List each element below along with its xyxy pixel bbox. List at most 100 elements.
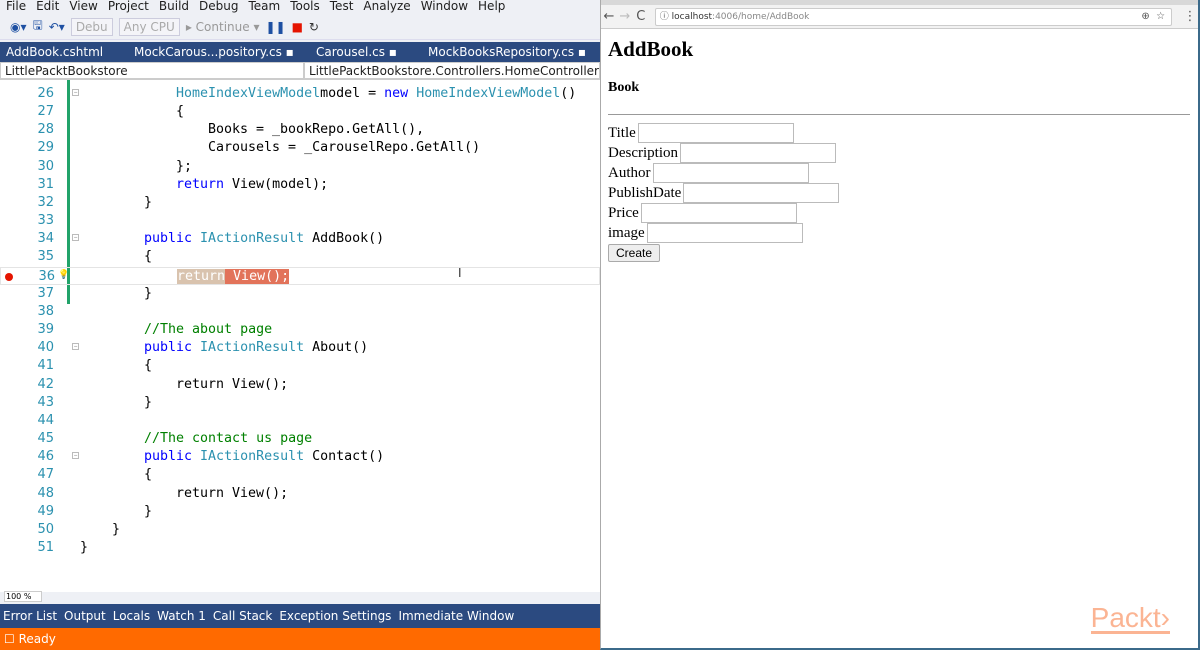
code-line: 36 💡 return View(); bbox=[0, 266, 600, 285]
code-text: } bbox=[144, 503, 152, 521]
browser-window: ← → C ⓘ localhost:4006/home/AddBook ⊕ ☆ … bbox=[600, 0, 1200, 650]
collapse-icon[interactable]: − bbox=[72, 452, 79, 460]
code-text: return View(model); bbox=[176, 176, 328, 194]
tab-addbook[interactable]: AddBook.cshtml bbox=[0, 45, 128, 59]
tab-exception-settings[interactable]: Exception Settings bbox=[279, 609, 391, 623]
code-line: 45 //The contact us page bbox=[0, 430, 600, 448]
publishdate-input[interactable] bbox=[683, 183, 840, 203]
restart-icon[interactable]: ↻ bbox=[309, 20, 319, 34]
tab-output[interactable]: Output bbox=[64, 609, 106, 623]
menu-analyze[interactable]: Analyze bbox=[359, 0, 416, 14]
project-dropdown[interactable]: LittlePacktBookstore bbox=[0, 62, 304, 79]
visual-studio-window: File Edit View Project Build Debug Team Tools Te… bbox=[0, 0, 600, 650]
image-input[interactable] bbox=[646, 223, 803, 243]
line-number: 42 bbox=[37, 376, 54, 392]
tab-call-stack[interactable]: Call Stack bbox=[213, 609, 272, 623]
star-icon[interactable]: ☆ bbox=[1156, 11, 1165, 22]
tab-watch-1[interactable]: Watch 1 bbox=[157, 609, 206, 623]
menu-build[interactable]: Build bbox=[155, 0, 195, 14]
collapse-icon[interactable]: − bbox=[72, 234, 79, 242]
price-input[interactable] bbox=[640, 203, 797, 223]
code-line: 44 bbox=[0, 412, 600, 430]
code-token: //The contact us page bbox=[144, 431, 313, 447]
code-token: } bbox=[144, 194, 153, 210]
menu-bar: File Edit View Project Build Debug Team Tools Te… bbox=[0, 0, 600, 14]
divider bbox=[608, 114, 1190, 115]
author-input[interactable] bbox=[652, 163, 809, 183]
menu-team[interactable]: Team bbox=[244, 0, 286, 14]
collapse-icon[interactable]: − bbox=[72, 89, 79, 96]
code-text: } bbox=[80, 539, 88, 557]
form-row-publishdate: PublishDate bbox=[608, 183, 1191, 203]
menu-icon[interactable]: ⋮ bbox=[1182, 9, 1198, 24]
form-row-title: Title bbox=[608, 123, 1191, 143]
document-tabs: AddBook.cshtml MockCarous...pository.cs … bbox=[0, 42, 600, 62]
menu-test[interactable]: Test bbox=[326, 0, 360, 14]
menu-file[interactable]: File bbox=[2, 0, 32, 14]
code-token: } bbox=[144, 394, 153, 410]
code-token: Books = _bookRepo.GetAll(), bbox=[208, 122, 425, 138]
menu-view[interactable]: View bbox=[65, 0, 103, 14]
title-input[interactable] bbox=[637, 123, 794, 143]
zoom-icon[interactable]: ⊕ bbox=[1141, 11, 1149, 22]
navigation-bar: LittlePacktBookstore LittlePacktBookstor… bbox=[0, 62, 600, 80]
section-heading: Book bbox=[608, 80, 640, 95]
code-token: View(model); bbox=[232, 176, 329, 192]
back-icon[interactable]: ◉▾ bbox=[10, 20, 27, 34]
code-editor[interactable]: I 26− HomeIndexViewModelmodel = new HomeI… bbox=[0, 80, 600, 592]
code-text: Books = _bookRepo.GetAll(), bbox=[208, 121, 424, 139]
menu-debug[interactable]: Debug bbox=[195, 0, 244, 14]
menu-tools[interactable]: Tools bbox=[286, 0, 326, 14]
tool-window-tabs: Error List Output Locals Watch 1 Call Stack E… bbox=[0, 604, 600, 628]
code-token: } bbox=[112, 521, 121, 537]
url-field[interactable]: ⓘ localhost:4006/home/AddBook ⊕ ☆ bbox=[654, 7, 1173, 26]
menu-window[interactable]: Window bbox=[417, 0, 474, 14]
menu-help[interactable]: Help bbox=[474, 0, 511, 14]
collapse-icon[interactable]: − bbox=[72, 343, 79, 351]
tab-locals[interactable]: Locals bbox=[113, 609, 150, 623]
pause-icon[interactable]: ❚❚ bbox=[265, 20, 285, 34]
undo-icon[interactable]: ↶▾ bbox=[49, 20, 65, 34]
code-line: 40 − public IActionResult About() bbox=[0, 339, 600, 357]
code-token: Carousels = _CarouselRepo.GetAll() bbox=[208, 140, 481, 156]
code-line: 43} bbox=[0, 394, 600, 412]
status-text: Ready bbox=[18, 632, 56, 646]
menu-edit[interactable]: Edit bbox=[32, 0, 65, 14]
breakpoint-icon[interactable] bbox=[5, 272, 13, 281]
tab-mockcarousel[interactable]: MockCarous...pository.cs ▪ bbox=[128, 45, 310, 59]
tab-immediate-window[interactable]: Immediate Window bbox=[398, 609, 514, 623]
zoom-bar: 100 % bbox=[0, 591, 600, 604]
back-icon[interactable]: ← bbox=[601, 9, 617, 24]
line-number: 39 bbox=[37, 322, 54, 338]
project-label: LittlePacktBookstore bbox=[5, 64, 128, 78]
code-text: }; bbox=[176, 158, 192, 176]
config-select[interactable]: Debu bbox=[70, 17, 113, 36]
lightbulb-icon[interactable]: 💡 bbox=[58, 266, 69, 284]
save-icon[interactable]: 🖫 bbox=[33, 16, 43, 37]
line-number: 30 bbox=[37, 158, 54, 174]
zoom-select[interactable]: 100 % bbox=[4, 591, 43, 602]
code-line: 30}; bbox=[0, 158, 600, 176]
description-input[interactable] bbox=[679, 143, 836, 163]
create-button[interactable]: Create bbox=[608, 244, 661, 262]
field-label: Description bbox=[608, 144, 678, 161]
tab-error-list[interactable]: Error List bbox=[3, 609, 57, 623]
tab-mockbooks[interactable]: MockBooksRepository.cs ▪ bbox=[422, 45, 586, 59]
reload-icon[interactable]: C bbox=[633, 9, 649, 24]
code-text: HomeIndexViewModelmodel = new HomeIndexV… bbox=[176, 85, 576, 103]
platform-select[interactable]: Any CPU bbox=[118, 17, 180, 36]
stop-icon[interactable]: ■ bbox=[292, 20, 303, 34]
code-token: HomeIndexViewModel bbox=[176, 86, 321, 101]
packt-logo: Packt› bbox=[1090, 602, 1170, 634]
menu-project[interactable]: Project bbox=[104, 0, 155, 14]
code-token: { bbox=[176, 104, 185, 120]
tab-carousel[interactable]: Carousel.cs ▪ bbox=[310, 45, 422, 59]
line-number: 29 bbox=[37, 140, 54, 156]
class-dropdown[interactable]: LittlePacktBookstore.Controllers.HomeCon… bbox=[303, 62, 600, 79]
code-token: public bbox=[144, 449, 201, 465]
continue-button[interactable]: ▸ Continue ▾ bbox=[186, 20, 260, 34]
field-label: Author bbox=[608, 164, 651, 181]
code-line: 48 return View(); bbox=[0, 485, 600, 503]
forward-icon[interactable]: → bbox=[617, 9, 633, 24]
line-number: 46 bbox=[37, 449, 54, 465]
